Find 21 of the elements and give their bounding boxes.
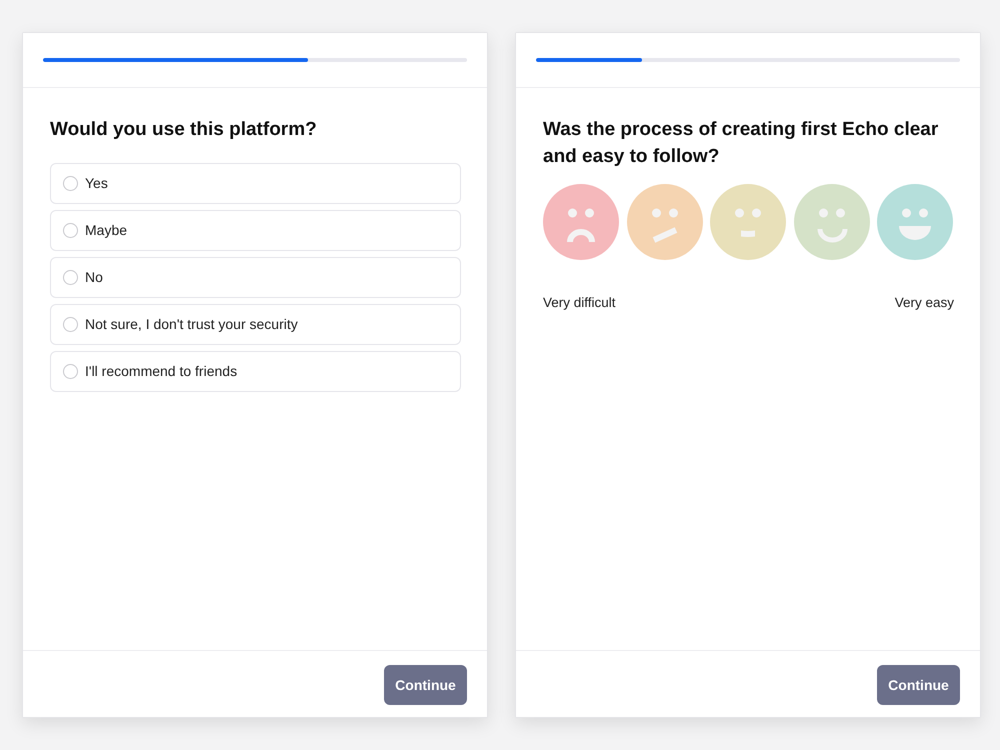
skeptical-face-icon[interactable] [626,184,702,260]
scale-min-label: Very difficult [543,294,616,312]
radio-button[interactable] [63,223,78,238]
neutral-face-icon[interactable] [710,184,786,260]
radio-button[interactable] [63,176,78,191]
sad-face-icon[interactable] [543,184,619,260]
answer-option[interactable]: I'll recommend to friends [50,351,461,392]
smiling-face-icon[interactable] [794,184,870,260]
continue-button[interactable]: Continue [877,665,960,705]
question-title: Would you use this platform? [50,118,318,142]
radio-button[interactable] [63,364,78,379]
question-title: Was the process of creating first Echo clear and easy to follow? [543,118,940,169]
radio-button[interactable] [63,270,78,285]
answer-option[interactable]: Not sure, I don't trust your security [50,304,461,345]
answer-option[interactable]: Maybe [50,210,461,251]
radio-button[interactable] [63,317,78,332]
answer-option[interactable]: No [50,257,461,298]
answer-option[interactable]: Yes [50,163,461,204]
scale-max-label: Very easy [894,294,954,312]
grinning-face-icon[interactable] [877,184,953,260]
continue-button[interactable]: Continue [384,665,467,705]
